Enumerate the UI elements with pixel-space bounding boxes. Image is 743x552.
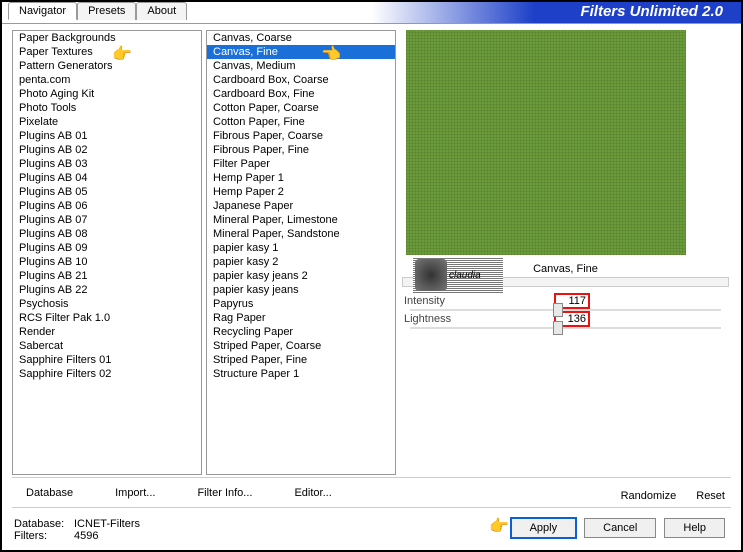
list-item[interactable]: Cardboard Box, Coarse bbox=[207, 73, 395, 87]
editor-button[interactable]: Editor... bbox=[280, 484, 345, 502]
list-item[interactable]: Recycling Paper bbox=[207, 325, 395, 339]
list-item[interactable]: Cotton Paper, Coarse bbox=[207, 101, 395, 115]
separator-lower bbox=[12, 507, 731, 508]
param-intensity-slider[interactable] bbox=[410, 309, 721, 311]
list-item[interactable]: Plugins AB 08 bbox=[13, 227, 201, 241]
list-item[interactable]: Striped Paper, Coarse bbox=[207, 339, 395, 353]
list-item[interactable]: Cotton Paper, Fine bbox=[207, 115, 395, 129]
filter-info-button[interactable]: Filter Info... bbox=[183, 484, 266, 502]
apply-button[interactable]: Apply bbox=[511, 518, 577, 538]
list-item[interactable]: Canvas, Medium bbox=[207, 59, 395, 73]
param-lightness-slider[interactable] bbox=[410, 327, 721, 329]
dialog-buttons: Apply Cancel Help bbox=[511, 518, 725, 538]
list-item[interactable]: Rag Paper bbox=[207, 311, 395, 325]
list-item[interactable]: papier kasy 1 bbox=[207, 241, 395, 255]
status-db-label: Database: bbox=[14, 518, 74, 530]
import-button[interactable]: Import... bbox=[101, 484, 169, 502]
status-bar: Database:ICNET-Filters Filters:4596 bbox=[14, 518, 140, 542]
list-item[interactable]: RCS Filter Pak 1.0 bbox=[13, 311, 201, 325]
list-item[interactable]: Mineral Paper, Sandstone bbox=[207, 227, 395, 241]
list-item[interactable]: penta.com bbox=[13, 73, 201, 87]
toolbar-right: Randomize Reset bbox=[621, 490, 725, 502]
preview-column: Canvas, Fine Intensity 117 Lightness 136 bbox=[400, 30, 731, 475]
pointer-hand-icon: 👉 bbox=[322, 44, 342, 64]
list-item[interactable]: Photo Aging Kit bbox=[13, 87, 201, 101]
status-filters-value: 4596 bbox=[74, 530, 98, 542]
list-item[interactable]: Sapphire Filters 01 bbox=[13, 353, 201, 367]
toolbar-left: Database Import... Filter Info... Editor… bbox=[12, 484, 346, 502]
category-list[interactable]: Paper BackgroundsPaper TexturesPattern G… bbox=[12, 30, 202, 475]
watermark-badge: claudia bbox=[413, 257, 503, 293]
param-intensity-label: Intensity bbox=[404, 295, 554, 307]
list-item[interactable]: Japanese Paper bbox=[207, 199, 395, 213]
help-button[interactable]: Help bbox=[664, 518, 725, 538]
list-item[interactable]: Canvas, Fine bbox=[207, 45, 395, 59]
list-item[interactable]: Fibrous Paper, Fine bbox=[207, 143, 395, 157]
list-item[interactable]: Plugins AB 09 bbox=[13, 241, 201, 255]
list-item[interactable]: Paper Textures bbox=[13, 45, 201, 59]
status-filters-label: Filters: bbox=[14, 530, 74, 542]
list-item[interactable]: Pattern Generators bbox=[13, 59, 201, 73]
list-item[interactable]: Canvas, Coarse bbox=[207, 31, 395, 45]
list-item[interactable]: Filter Paper bbox=[207, 157, 395, 171]
list-item[interactable]: Mineral Paper, Limestone bbox=[207, 213, 395, 227]
cancel-button[interactable]: Cancel bbox=[584, 518, 656, 538]
list-item[interactable]: Plugins AB 21 bbox=[13, 269, 201, 283]
param-intensity-row: Intensity 117 bbox=[404, 293, 727, 309]
parameter-panel: Intensity 117 Lightness 136 bbox=[404, 293, 727, 329]
list-item[interactable]: Plugins AB 01 bbox=[13, 129, 201, 143]
list-item[interactable]: papier kasy jeans 2 bbox=[207, 269, 395, 283]
list-item[interactable]: Hemp Paper 2 bbox=[207, 185, 395, 199]
tab-navigator[interactable]: Navigator bbox=[8, 2, 77, 20]
list-item[interactable]: Photo Tools bbox=[13, 101, 201, 115]
param-lightness-row: Lightness 136 bbox=[404, 311, 727, 327]
status-db-value: ICNET-Filters bbox=[74, 518, 140, 530]
list-item[interactable]: Structure Paper 1 bbox=[207, 367, 395, 381]
database-button[interactable]: Database bbox=[12, 484, 87, 502]
list-item[interactable]: Plugins AB 02 bbox=[13, 143, 201, 157]
list-item[interactable]: Plugins AB 04 bbox=[13, 171, 201, 185]
list-item[interactable]: Hemp Paper 1 bbox=[207, 171, 395, 185]
pointer-hand-icon: 👉 bbox=[489, 516, 509, 536]
randomize-button[interactable]: Randomize bbox=[621, 490, 677, 502]
filter-list[interactable]: Canvas, CoarseCanvas, FineCanvas, Medium… bbox=[206, 30, 396, 475]
list-item[interactable]: Cardboard Box, Fine bbox=[207, 87, 395, 101]
param-lightness-label: Lightness bbox=[404, 313, 554, 325]
list-item[interactable]: Psychosis bbox=[13, 297, 201, 311]
list-item[interactable]: Plugins AB 03 bbox=[13, 157, 201, 171]
list-item[interactable]: Plugins AB 10 bbox=[13, 255, 201, 269]
title-bar: Navigator Presets About Filters Unlimite… bbox=[2, 2, 741, 24]
main-content: Paper BackgroundsPaper TexturesPattern G… bbox=[12, 30, 731, 475]
list-item[interactable]: Papyrus bbox=[207, 297, 395, 311]
list-item[interactable]: papier kasy jeans bbox=[207, 283, 395, 297]
list-item[interactable]: Sapphire Filters 02 bbox=[13, 367, 201, 381]
list-item[interactable]: Pixelate bbox=[13, 115, 201, 129]
tab-about[interactable]: About bbox=[136, 2, 187, 20]
tab-strip: Navigator Presets About bbox=[8, 2, 187, 20]
list-item[interactable]: Plugins AB 06 bbox=[13, 199, 201, 213]
list-item[interactable]: Sabercat bbox=[13, 339, 201, 353]
pointer-hand-icon: 👉 bbox=[112, 44, 132, 64]
list-item[interactable]: Plugins AB 05 bbox=[13, 185, 201, 199]
list-item[interactable]: Plugins AB 07 bbox=[13, 213, 201, 227]
app-title: Filters Unlimited 2.0 bbox=[580, 3, 723, 20]
tab-presets[interactable]: Presets bbox=[77, 2, 136, 20]
reset-button[interactable]: Reset bbox=[696, 490, 725, 502]
list-item[interactable]: Render bbox=[13, 325, 201, 339]
list-item[interactable]: Fibrous Paper, Coarse bbox=[207, 129, 395, 143]
preview-image bbox=[406, 30, 686, 255]
separator-upper bbox=[12, 477, 731, 478]
list-item[interactable]: Plugins AB 22 bbox=[13, 283, 201, 297]
list-item[interactable]: Paper Backgrounds bbox=[13, 31, 201, 45]
list-item[interactable]: papier kasy 2 bbox=[207, 255, 395, 269]
list-item[interactable]: Striped Paper, Fine bbox=[207, 353, 395, 367]
